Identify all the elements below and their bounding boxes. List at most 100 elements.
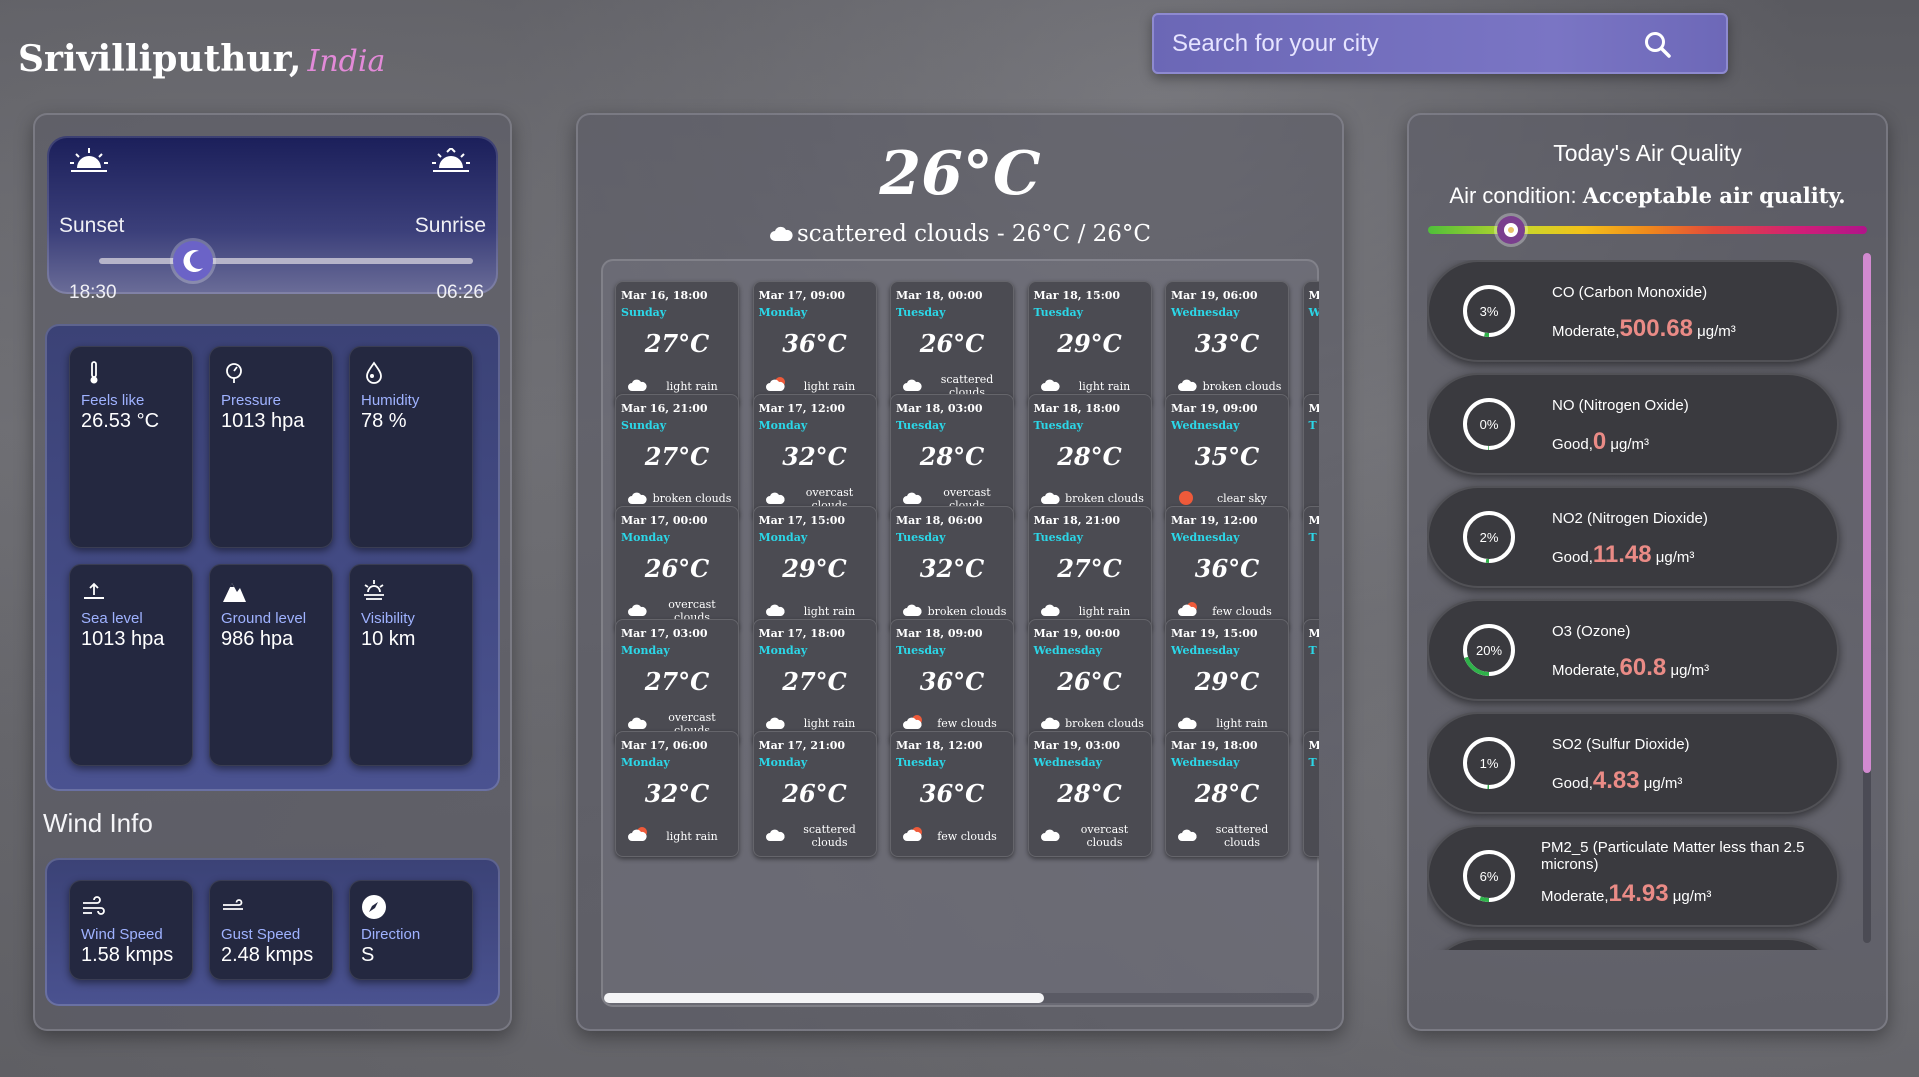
city-name: Srivilliputhur, <box>18 38 302 80</box>
cloud-icon <box>1040 829 1060 841</box>
forecast-day: Monday <box>758 418 808 432</box>
aq-value: 0 <box>1592 428 1607 455</box>
forecast-date: M <box>1308 289 1320 302</box>
gust-speed-card: Gust Speed 2.48 kmps <box>209 880 333 980</box>
air-condition: Air condition: Acceptable air quality. <box>1407 183 1888 209</box>
forecast-card: Mar 19, 18:00 Wednesday 28°C scattered clou… <box>1165 731 1289 857</box>
forecast-condition: scattered clouds <box>803 823 856 849</box>
forecast-card: Mar 17, 00:00 Monday 26°C overcast clouds <box>615 506 739 632</box>
forecast-day: Tuesday <box>896 306 946 319</box>
forecast-day: Monday <box>758 531 808 544</box>
forecast-day: Wednesday <box>1033 643 1103 657</box>
sun-icon <box>1179 490 1193 505</box>
aq-percent-ring: 2% <box>1463 511 1515 563</box>
aq-quality: Moderate, <box>1552 323 1620 340</box>
forecast-temp: 27°C <box>1057 554 1122 583</box>
forecast-day: Monday <box>758 756 808 769</box>
thermometer-icon <box>90 361 98 384</box>
wind-value: 2.48 kmps <box>221 944 314 966</box>
search-icon[interactable] <box>1642 29 1674 61</box>
forecast-scrollbar-thumb[interactable] <box>604 993 1045 1003</box>
air-condition-value: Acceptable air quality. <box>1582 183 1846 208</box>
forecast-day: T <box>1308 418 1317 432</box>
cloud-icon <box>903 492 922 504</box>
forecast-card: Mar 17, 12:00 Monday 32°C overcast clouds <box>752 393 877 520</box>
cloud-icon <box>628 604 647 616</box>
sunset-time: 18:30 <box>69 282 117 303</box>
air-quality-indicator <box>1497 216 1526 244</box>
forecast-day: W <box>1308 306 1320 319</box>
wind-label: Gust Speed <box>221 926 301 943</box>
forecast-card: Mar 18, 09:00 Tuesday 36°C few clouds <box>890 618 1014 745</box>
aq-unit: μg/m³ <box>1672 888 1712 905</box>
sun-cloud-icon <box>628 827 647 841</box>
aq-percent-text: 0% <box>1480 417 1499 432</box>
wind-value: 1.58 kmps <box>81 944 174 966</box>
forecast-temp: 32°C <box>919 554 985 583</box>
sunset-label: Sunset <box>59 214 125 237</box>
forecast-date: Mar 17, 09:00 <box>758 289 846 302</box>
forecast-day: Tuesday <box>896 756 946 769</box>
cloud-icon <box>769 226 793 241</box>
aq-name: NO (Nitrogen Oxide) <box>1552 397 1689 414</box>
forecast-day: Monday <box>621 531 670 544</box>
forecast-card: Mar 18, 18:00 Tuesday 28°C broken clouds <box>1027 393 1152 520</box>
pressure-gauge-icon <box>226 363 242 383</box>
forecast-temp: 26°C <box>782 779 847 808</box>
aq-percent-text: 6% <box>1480 869 1499 884</box>
weather-stats: Feels like 26.53 °C Pressure 1013 hpa Hu… <box>45 324 500 791</box>
forecast-date: Mar 17, 21:00 <box>758 739 846 752</box>
forecast-date: Mar 17, 15:00 <box>758 514 846 527</box>
aq-value-row: Moderate,500.68 μg/m³ <box>1552 315 1736 343</box>
aq-item: 20% O3 (Ozone) Moderate,60.8 μg/m³ <box>1427 599 1839 701</box>
forecast-date: M <box>1308 514 1320 527</box>
forecast-day: Tuesday <box>896 418 946 432</box>
forecast-day: Tuesday <box>1033 418 1084 432</box>
page-header: Srivilliputhur, India <box>18 38 385 80</box>
forecast-day: Monday <box>758 643 808 657</box>
forecast-card: Mar 18, 12:00 Tuesday 36°C few clouds <box>890 731 1014 857</box>
search-input[interactable] <box>1172 29 1642 59</box>
forecast-date: M <box>1308 739 1320 752</box>
forecast-scrollbar[interactable] <box>604 993 1314 1003</box>
stat-label: Pressure <box>221 392 282 409</box>
forecast-card: Mar 18, 15:00 Tuesday 29°C light rain <box>1027 281 1152 407</box>
aq-value: 4.83 <box>1592 767 1640 794</box>
air-quality-scrollbar[interactable] <box>1863 253 1871 943</box>
forecast-date: Mar 18, 06:00 <box>896 514 983 527</box>
mountain-icon <box>223 583 246 602</box>
forecast-day: T <box>1308 756 1317 769</box>
air-quality-scrollbar-thumb[interactable] <box>1863 253 1871 773</box>
forecast-date: Mar 17, 00:00 <box>621 514 708 527</box>
forecast-temp: 36°C <box>919 779 985 808</box>
cloud-icon <box>1040 492 1060 504</box>
forecast-card: Mar 19, 06:00 Wednesday 33°C broken clouds <box>1165 281 1289 407</box>
forecast-card: MT <box>1302 731 1320 857</box>
forecast-date: Mar 19, 15:00 <box>1171 626 1258 640</box>
aq-percent-ring: 0% <box>1463 398 1515 450</box>
stat-label: Sea level <box>81 610 143 627</box>
forecast-day: Wednesday <box>1171 531 1240 544</box>
cloud-icon <box>1040 717 1060 729</box>
aq-percent-text: 1% <box>1480 756 1499 771</box>
sea-level-icon <box>84 582 104 599</box>
stat-visibility: Visibility 10 km <box>349 564 473 766</box>
forecast-temp: 27°C <box>644 441 710 471</box>
forecast-temp: 27°C <box>644 329 710 358</box>
sunrise-time: 06:26 <box>436 282 484 303</box>
sun-cloud-icon <box>903 714 922 729</box>
aq-name: O3 (Ozone) <box>1552 623 1631 640</box>
forecast-day: Tuesday <box>896 531 946 544</box>
aq-quality: Good, <box>1552 775 1593 792</box>
aq-value-row: Good,11.48 μg/m³ <box>1552 541 1694 569</box>
aq-value-row: Moderate,14.93 μg/m³ <box>1541 880 1711 908</box>
aq-name: NO2 (Nitrogen Dioxide) <box>1552 510 1708 527</box>
forecast-day: Wednesday <box>1033 756 1103 769</box>
forecast-date: Mar 17, 03:00 <box>621 626 708 640</box>
aq-item: 6% PM2_5 (Particulate Matter less than 2.… <box>1427 825 1839 927</box>
sun-cloud-icon <box>765 377 785 391</box>
forecast-day: Tuesday <box>896 643 946 657</box>
forecast-date: Mar 18, 15:00 <box>1033 289 1121 302</box>
stat-value: 1013 hpa <box>221 410 305 432</box>
left-panel: Sunset Sunrise 18:30 06:26 Feels like 26… <box>33 113 512 1031</box>
